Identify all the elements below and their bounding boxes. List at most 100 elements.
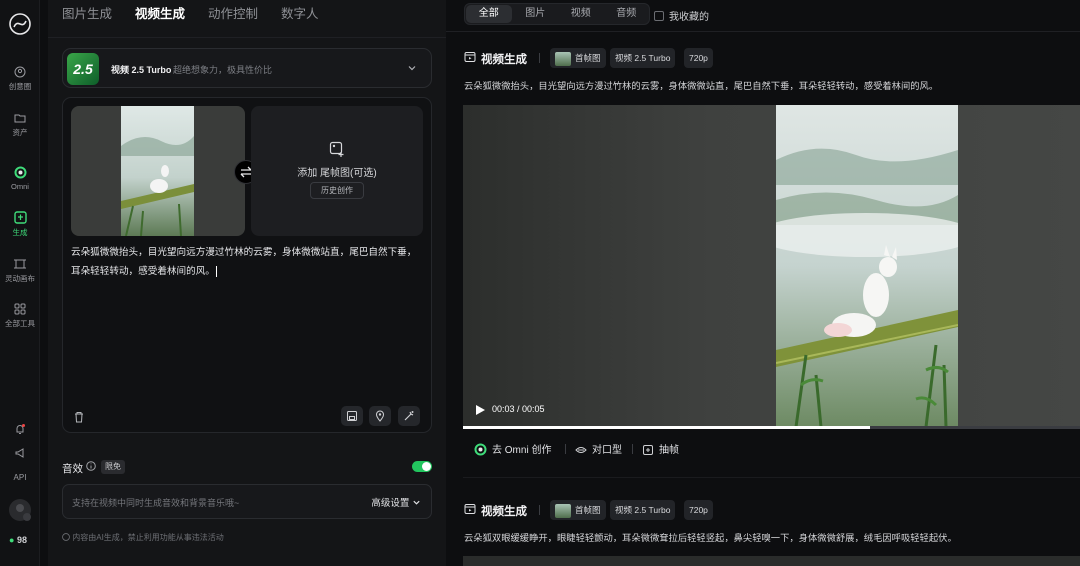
results-feed: 全部 图片 视频 音频 我收藏的 视频生成 首帧图 视频 2.5 Turbo 7… [446, 0, 1080, 566]
sound-effect-placeholder: 支持在视频中同时生成音效和背景音乐哦~ [72, 498, 240, 508]
rail-item-all-tools[interactable]: 全部工具 [0, 303, 40, 329]
advanced-settings-button[interactable]: 高级设置 [371, 495, 421, 509]
filter-image[interactable]: 图片 [513, 4, 559, 24]
sound-effect-toggle[interactable] [412, 461, 432, 472]
play-icon[interactable] [475, 404, 486, 416]
rail-label: 生成 [12, 228, 28, 237]
video-generate-icon [464, 504, 476, 514]
filter-audio[interactable]: 音频 [604, 4, 650, 24]
omni-icon [474, 443, 487, 456]
lip-sync-icon [575, 447, 587, 453]
prompt-input[interactable]: 云朵狐微微抬头，目光望向远方漫过竹林的云雾，身体微微站直，尾巴自然下垂，耳朵轻轻… [71, 243, 421, 281]
favorites-checkbox[interactable]: 我收藏的 [654, 8, 709, 23]
pin-icon [375, 410, 385, 422]
divider [446, 31, 1080, 32]
separator [565, 444, 566, 454]
advanced-settings-label: 高级设置 [371, 498, 410, 509]
tab-video-generation[interactable]: 视频生成 [135, 3, 185, 22]
favorites-label: 我收藏的 [669, 12, 709, 23]
action-label: 去 Omni 创作 [492, 445, 552, 456]
location-button[interactable] [369, 406, 391, 426]
first-frame-image[interactable] [71, 106, 245, 236]
lip-sync-button[interactable]: 对口型 [575, 441, 622, 456]
generation-tabs: 图片生成 视频生成 动作控制 数字人 [62, 3, 319, 22]
tab-digital-human[interactable]: 数字人 [281, 3, 319, 22]
first-frame-chip[interactable]: 首帧图 [550, 500, 606, 520]
tab-motion-control[interactable]: 动作控制 [208, 3, 258, 22]
video-frame [776, 105, 958, 427]
inspiration-icon [14, 66, 26, 78]
add-image-icon [329, 141, 344, 157]
rail-item-generate[interactable]: 生成 [0, 211, 40, 238]
sound-effect-label: 音效 [62, 463, 83, 475]
filter-video[interactable]: 视频 [558, 4, 604, 24]
text-caret [215, 265, 217, 277]
credits-value: 98 [16, 535, 27, 545]
thumbnail [555, 51, 571, 66]
megaphone-icon [15, 448, 24, 458]
announcement-button[interactable] [0, 447, 40, 462]
credits-badge[interactable]: ● 98 [9, 535, 27, 545]
save-button[interactable] [341, 406, 363, 426]
rail-item-assets[interactable]: 资产 [0, 112, 40, 138]
info-icon[interactable] [86, 461, 96, 471]
thumbnail [555, 503, 571, 518]
model-name: 视频 2.5 Turbo [111, 65, 172, 75]
checkbox-box [654, 11, 664, 21]
trash-icon[interactable] [73, 411, 85, 423]
app-logo-icon[interactable] [8, 12, 32, 36]
model-selector[interactable]: 2.5 视频 2.5 Turbo 超绝想象力，极具性价比 [62, 48, 432, 88]
model-chip: 视频 2.5 Turbo [610, 48, 676, 68]
separator [632, 444, 633, 454]
filter-tabs: 全部 图片 视频 音频 [464, 3, 650, 25]
omni-icon [14, 166, 26, 179]
sound-effect-input[interactable]: 支持在视频中同时生成音效和背景音乐哦~ 高级设置 [62, 484, 432, 519]
first-frame-chip[interactable]: 首帧图 [550, 48, 606, 68]
api-link[interactable]: API [0, 473, 40, 482]
free-tag: 限免 [101, 460, 125, 474]
chip-label: 首帧图 [575, 505, 601, 515]
save-icon [347, 411, 357, 421]
end-frame-slot[interactable]: 添加 尾帧图(可选) 历史创作 [251, 106, 423, 236]
disclaimer-text: 内容由AI生成，禁止利用功能从事违法活动 [72, 533, 224, 542]
avatar-icon [9, 499, 31, 521]
tab-image-generation[interactable]: 图片生成 [62, 3, 112, 22]
rail-item-omni[interactable]: Omni [0, 166, 40, 191]
rail-item-inspiration[interactable]: 创意圈 [0, 66, 40, 92]
history-button[interactable]: 历史创作 [310, 182, 364, 199]
video-player[interactable] [463, 556, 1080, 566]
notification-button[interactable] [0, 423, 40, 438]
chevron-down-icon [408, 66, 416, 71]
card-prompt: 云朵狐双眼缓缓睁开，眼睫轻轻颤动，耳朵微微耷拉后轻轻竖起，鼻尖轻嗅一下，身体微微… [464, 533, 957, 543]
video-player[interactable]: 00:03 / 00:05 [463, 105, 1080, 427]
card-prompt: 云朵狐微微抬头，目光望向远方漫过竹林的云雾，身体微微站直，尾巴自然下垂，耳朵轻轻… [464, 81, 939, 91]
go-omni-create-button[interactable]: 去 Omni 创作 [474, 441, 551, 456]
video-progress-bar[interactable] [463, 426, 1080, 429]
sound-effect-row: 音效 限免 [62, 460, 432, 476]
rail-label: 资产 [12, 128, 28, 137]
filter-all[interactable]: 全部 [466, 5, 512, 23]
first-frame-thumbnail [121, 106, 194, 236]
progress-fill [463, 426, 871, 429]
action-label: 抽帧 [659, 445, 679, 456]
rail-label: 创意圈 [8, 82, 32, 91]
ai-disclaimer: 内容由AI生成，禁止利用功能从事违法活动 [62, 532, 224, 543]
avatar[interactable] [0, 498, 40, 525]
chip-label: 首帧图 [575, 53, 601, 63]
divider [463, 477, 1080, 478]
resolution-chip: 720p [684, 500, 713, 520]
video-time: 00:03 / 00:05 [492, 404, 545, 414]
generation-panel: 图片生成 视频生成 动作控制 数字人 2.5 视频 2.5 Turbo 超绝想象… [48, 0, 446, 566]
magic-button[interactable] [398, 406, 420, 426]
action-label: 对口型 [592, 445, 622, 456]
extract-frames-button[interactable]: 抽帧 [642, 441, 679, 456]
separator [539, 53, 540, 63]
rail-label: 全部工具 [5, 319, 35, 328]
left-rail: 创意圈 资产 Omni 生成 灵动画布 全部工具 API ● 98 [0, 0, 40, 566]
model-chip: 视频 2.5 Turbo [610, 500, 676, 520]
canvas-icon [14, 259, 26, 269]
model-description: 超绝想象力，极具性价比 [173, 65, 273, 75]
resolution-chip: 720p [684, 48, 713, 68]
rail-item-canvas[interactable]: 灵动画布 [0, 258, 40, 284]
video-generate-icon [464, 52, 476, 62]
